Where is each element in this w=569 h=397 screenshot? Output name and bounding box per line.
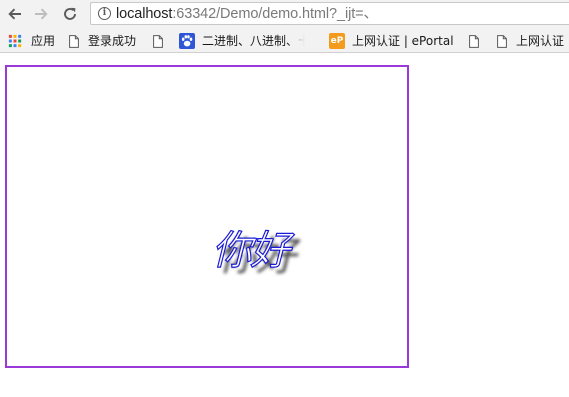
bookmark-item[interactable] [466,32,488,50]
bookmark-item[interactable]: 上网认证 [494,32,564,50]
greeting-text: 你好 [211,228,290,274]
bookmarks-bar: 应用 登录成功 二进制、八进制、十进 eP 上网认证 | ePortal [0,29,569,53]
bookmark-item[interactable]: eP 上网认证 | ePortal [329,32,454,50]
page-icon [497,34,507,48]
bookmark-item[interactable]: 二进制、八进制、十进 [179,32,305,50]
url-text[interactable]: localhost:63342/Demo/demo.html?_ijt=、 [116,5,378,23]
page-icon [469,34,479,48]
page-icon [69,34,79,48]
bookmark-label: 登录成功 [88,34,137,48]
bookmark-apps[interactable]: 应用 [8,32,55,50]
info-icon[interactable]: i [98,7,111,20]
bookmark-item[interactable]: 登录成功 [66,32,136,50]
browser-toolbar: i localhost:63342/Demo/demo.html?_ijt=、 [0,0,569,29]
bookmark-label: 应用 [31,34,56,48]
eportal-icon: eP [329,33,345,49]
bookmark-item[interactable] [150,32,172,50]
address-bar[interactable]: i localhost:63342/Demo/demo.html?_ijt=、 [90,2,569,25]
bookmark-label: 上网认证 | ePortal [352,34,454,48]
url-host: localhost [116,6,173,22]
reload-icon [64,7,76,20]
forward-button[interactable] [31,4,51,24]
bookmark-label: 上网认证 [516,34,565,48]
apps-grid-icon [8,34,22,48]
back-button[interactable] [5,4,25,24]
url-path: :63342/Demo/demo.html?_ijt=、 [172,6,378,22]
demo-container: 你好 [5,65,409,368]
bookmark-label: 二进制、八进制、十进 [202,34,305,48]
arrow-left-icon [8,8,21,20]
baidu-paw-icon [179,33,195,49]
reload-button[interactable] [60,4,80,24]
arrow-right-icon [35,8,48,20]
page-icon [153,34,163,48]
